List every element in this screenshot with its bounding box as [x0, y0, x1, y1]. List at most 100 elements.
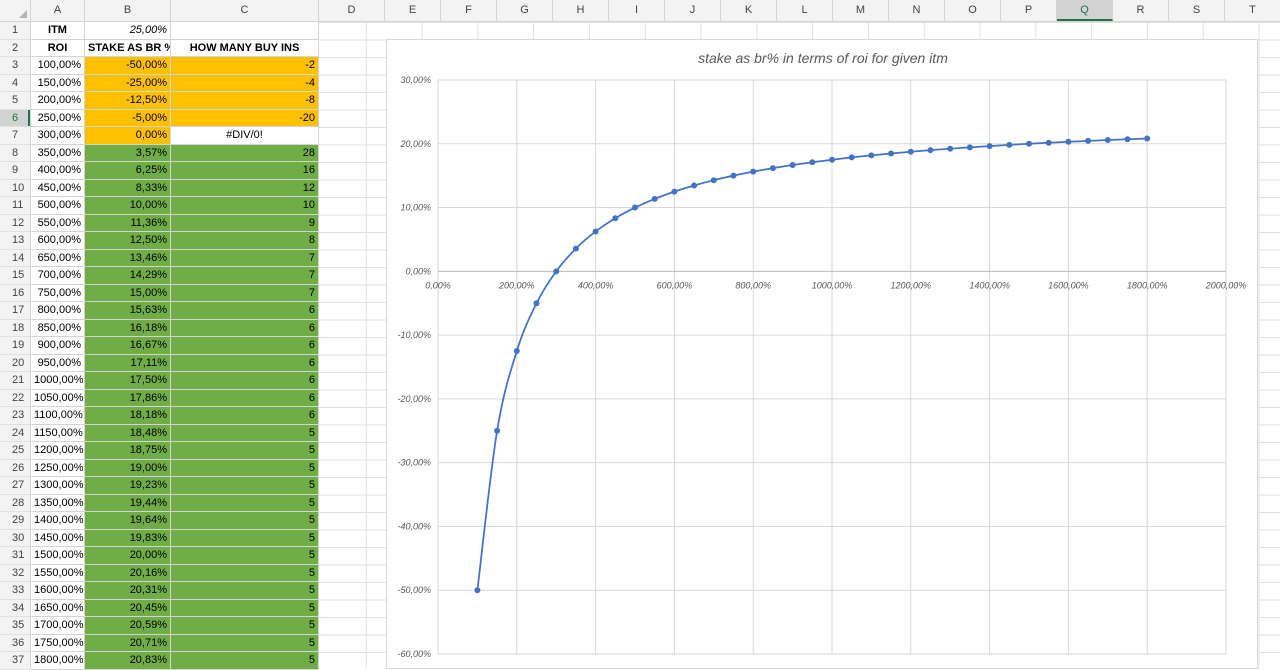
- buyins-cell[interactable]: -4: [171, 74, 319, 92]
- stake-cell[interactable]: -50,00%: [85, 57, 171, 75]
- roi-cell[interactable]: 100,00%: [31, 57, 85, 75]
- stake-cell[interactable]: 19,23%: [85, 477, 171, 495]
- roi-cell[interactable]: 1600,00%: [31, 582, 85, 600]
- roi-cell[interactable]: 550,00%: [31, 214, 85, 232]
- stake-cell[interactable]: 17,86%: [85, 389, 171, 407]
- column-header-b[interactable]: B: [85, 0, 171, 21]
- select-all-button[interactable]: [0, 0, 31, 21]
- buyins-cell[interactable]: 7: [171, 267, 319, 285]
- row-header-11[interactable]: 11: [0, 197, 30, 215]
- row-header-31[interactable]: 31: [0, 547, 30, 565]
- roi-cell[interactable]: 1150,00%: [31, 424, 85, 442]
- row-header-12[interactable]: 12: [0, 215, 30, 232]
- row-header-17[interactable]: 17: [0, 302, 30, 320]
- column-header-o[interactable]: O: [945, 0, 1001, 21]
- row-header-4[interactable]: 4: [0, 75, 30, 92]
- row-header-14[interactable]: 14: [0, 250, 30, 267]
- roi-cell[interactable]: 1250,00%: [31, 459, 85, 477]
- buyins-cell[interactable]: 7: [171, 284, 319, 302]
- column-header-q[interactable]: Q: [1057, 0, 1113, 21]
- stake-cell[interactable]: -25,00%: [85, 74, 171, 92]
- buyins-cell[interactable]: 5: [171, 599, 319, 617]
- roi-cell[interactable]: 850,00%: [31, 319, 85, 337]
- row-header-3[interactable]: 3: [0, 57, 30, 75]
- buyins-cell[interactable]: 5: [171, 582, 319, 600]
- stake-cell[interactable]: 18,75%: [85, 442, 171, 460]
- roi-cell[interactable]: 750,00%: [31, 284, 85, 302]
- buyins-cell[interactable]: 5: [171, 477, 319, 495]
- stake-cell[interactable]: 18,48%: [85, 424, 171, 442]
- row-header-28[interactable]: 28: [0, 495, 30, 512]
- row-header-34[interactable]: 34: [0, 600, 30, 617]
- roi-cell[interactable]: 1050,00%: [31, 389, 85, 407]
- column-header-a[interactable]: A: [31, 0, 85, 21]
- stake-chart[interactable]: stake as br% in terms of roi for given i…: [386, 39, 1258, 669]
- row-header-25[interactable]: 25: [0, 442, 30, 460]
- row-header-24[interactable]: 24: [0, 425, 30, 442]
- stake-cell[interactable]: 8,33%: [85, 179, 171, 197]
- row-header-1[interactable]: 1: [0, 22, 30, 40]
- roi-cell[interactable]: 1800,00%: [31, 652, 85, 670]
- row-header-35[interactable]: 35: [0, 617, 30, 635]
- stake-cell[interactable]: 14,29%: [85, 267, 171, 285]
- row-header-26[interactable]: 26: [0, 460, 30, 477]
- roi-cell[interactable]: 800,00%: [31, 302, 85, 320]
- stake-cell[interactable]: -5,00%: [85, 109, 171, 127]
- buyins-cell[interactable]: 6: [171, 407, 319, 425]
- stake-cell[interactable]: 12,50%: [85, 232, 171, 250]
- buyins-cell[interactable]: 6: [171, 354, 319, 372]
- roi-cell[interactable]: 700,00%: [31, 267, 85, 285]
- roi-cell[interactable]: 200,00%: [31, 92, 85, 110]
- buyins-cell[interactable]: 5: [171, 634, 319, 652]
- stake-cell[interactable]: -12,50%: [85, 92, 171, 110]
- row-header-20[interactable]: 20: [0, 355, 30, 372]
- roi-cell[interactable]: 150,00%: [31, 74, 85, 92]
- stake-cell[interactable]: 3,57%: [85, 144, 171, 162]
- stake-cell[interactable]: 20,16%: [85, 564, 171, 582]
- column-header-f[interactable]: F: [441, 0, 497, 21]
- column-header-j[interactable]: J: [665, 0, 721, 21]
- row-header-6[interactable]: 6: [0, 109, 30, 127]
- roi-header[interactable]: ROI: [31, 39, 85, 57]
- stake-cell[interactable]: 11,36%: [85, 214, 171, 232]
- stake-cell[interactable]: 19,64%: [85, 512, 171, 530]
- row-header-10[interactable]: 10: [0, 180, 30, 197]
- buyins-cell[interactable]: 5: [171, 617, 319, 635]
- stake-cell[interactable]: 16,18%: [85, 319, 171, 337]
- roi-cell[interactable]: 1750,00%: [31, 634, 85, 652]
- column-header-m[interactable]: M: [833, 0, 889, 21]
- row-header-16[interactable]: 16: [0, 285, 30, 302]
- row-header-8[interactable]: 8: [0, 145, 30, 162]
- row-header-32[interactable]: 32: [0, 565, 30, 582]
- stake-cell[interactable]: 20,59%: [85, 617, 171, 635]
- stake-cell[interactable]: 17,11%: [85, 354, 171, 372]
- row-header-2[interactable]: 2: [0, 40, 30, 57]
- stake-cell[interactable]: 17,50%: [85, 372, 171, 390]
- stake-cell[interactable]: 19,44%: [85, 494, 171, 512]
- stake-cell[interactable]: 18,18%: [85, 407, 171, 425]
- roi-cell[interactable]: 1500,00%: [31, 547, 85, 565]
- column-header-e[interactable]: E: [385, 0, 441, 21]
- empty-cell[interactable]: [171, 22, 319, 40]
- roi-cell[interactable]: 250,00%: [31, 109, 85, 127]
- roi-cell[interactable]: 1300,00%: [31, 477, 85, 495]
- buyins-cell[interactable]: 6: [171, 389, 319, 407]
- column-header-c[interactable]: C: [171, 0, 319, 21]
- column-header-t[interactable]: T: [1225, 0, 1280, 21]
- roi-cell[interactable]: 900,00%: [31, 337, 85, 355]
- stake-cell[interactable]: 20,71%: [85, 634, 171, 652]
- roi-cell[interactable]: 1700,00%: [31, 617, 85, 635]
- roi-cell[interactable]: 500,00%: [31, 197, 85, 215]
- roi-cell[interactable]: 400,00%: [31, 162, 85, 180]
- row-header-22[interactable]: 22: [0, 390, 30, 407]
- stake-cell[interactable]: 20,31%: [85, 582, 171, 600]
- buyins-header[interactable]: HOW MANY BUY INS: [171, 39, 319, 57]
- roi-cell[interactable]: 300,00%: [31, 127, 85, 145]
- roi-cell[interactable]: 1550,00%: [31, 564, 85, 582]
- roi-cell[interactable]: 950,00%: [31, 354, 85, 372]
- roi-cell[interactable]: 1650,00%: [31, 599, 85, 617]
- buyins-cell[interactable]: 5: [171, 564, 319, 582]
- stake-cell[interactable]: 19,83%: [85, 529, 171, 547]
- row-header-18[interactable]: 18: [0, 320, 30, 337]
- column-header-s[interactable]: S: [1169, 0, 1225, 21]
